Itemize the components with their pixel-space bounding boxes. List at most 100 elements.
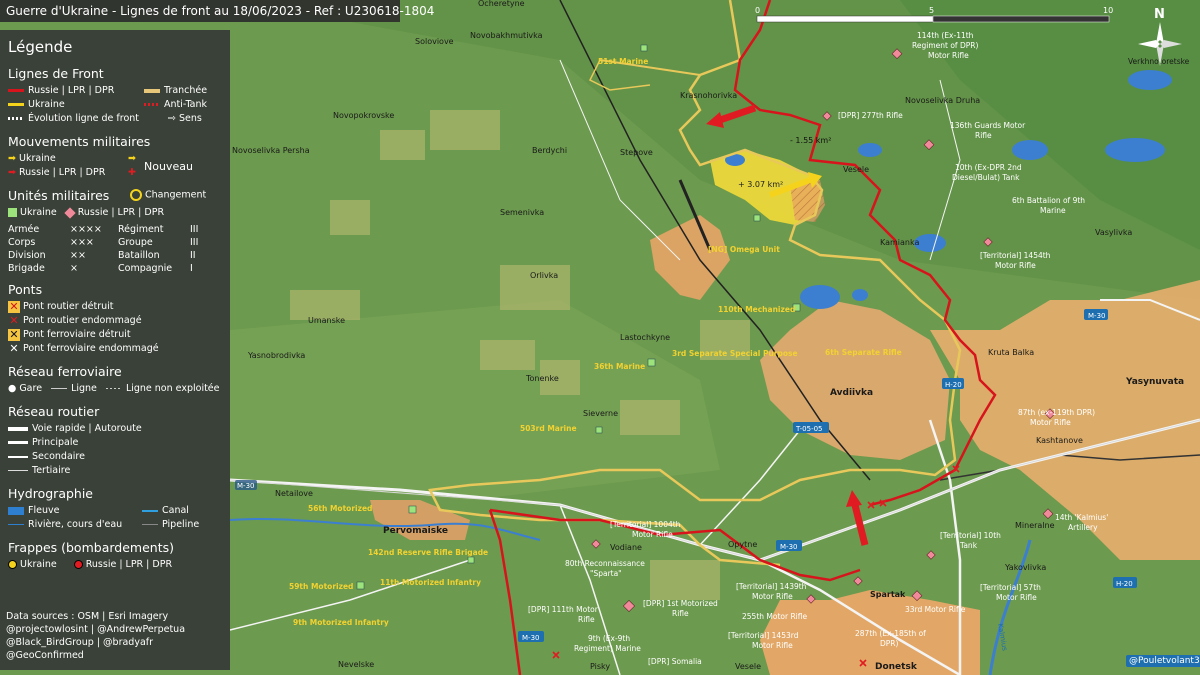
legend-label: Rivière, cours d'eau: [28, 519, 123, 530]
station-dot-icon: ●: [8, 383, 20, 394]
echelon-symbol: ××: [70, 250, 86, 261]
legend-label: Gare: [19, 383, 43, 394]
legend-label: Tranchée: [164, 85, 208, 96]
ua-unit-label: 3rd Separate Special Purpose: [672, 349, 798, 358]
road-label: M-30: [780, 543, 797, 551]
legend-row: Tertiaire: [8, 464, 222, 478]
legend-label: Russie | LPR | DPR: [77, 207, 165, 218]
legend-label: Secondaire: [32, 451, 85, 462]
trench-swatch: [144, 88, 160, 93]
place-label: Umanske: [308, 316, 345, 325]
legend-label: Changement: [145, 189, 207, 201]
place-label: Pisky: [590, 662, 610, 671]
legend-panel: Légende Lignes de Front Russie | LPR | D…: [0, 30, 230, 670]
legend-label: Ukraine: [20, 207, 57, 218]
main-road-swatch: [8, 441, 28, 444]
legend-label: Ukraine: [20, 559, 57, 570]
river-swatch: [8, 524, 24, 525]
place-label: Kashtanove: [1036, 436, 1083, 445]
scale-bar: 0 5 10 km: [755, 6, 1115, 23]
north-arrow-icon: N: [1138, 7, 1182, 66]
place-label: Vodiane: [610, 543, 642, 552]
place-label: Nevelske: [338, 660, 374, 669]
legend-section-front: Lignes de Front: [8, 66, 104, 81]
ukraine-line-swatch: [8, 103, 24, 106]
legend-label: Russie | LPR | DPR: [85, 559, 173, 570]
legend-label: Canal: [162, 505, 189, 516]
ua-unit-label: 11th Motorized Infantry: [380, 578, 481, 587]
legend-row: Voie rapide | Autoroute: [8, 422, 222, 436]
echelon-name: Division: [8, 250, 46, 261]
road-label: H-20: [945, 381, 962, 389]
legend-label: Nouveau: [144, 160, 193, 173]
legend-label: Voie rapide | Autoroute: [32, 423, 142, 434]
change-circle-icon: [130, 189, 142, 201]
source-line: @GeoConfirmed: [6, 650, 84, 661]
fast-road-swatch: [8, 426, 28, 431]
echelon-name: Régiment: [118, 224, 164, 235]
legend-label: Ligne non exploitée: [125, 383, 220, 394]
russia-move-arrow-icon: ➡: [8, 167, 19, 178]
place-label: Yasynuvata: [1125, 377, 1184, 387]
ru-unit-label: [DPR] Somalia: [648, 657, 702, 666]
canal-swatch: [142, 509, 158, 512]
ua-unit-label: [NG] Omega Unit: [708, 245, 780, 254]
echelon-name: Brigade: [8, 263, 45, 274]
place-label: Novoselivka Druha: [905, 96, 980, 105]
legend-label: Évolution ligne de front: [28, 113, 140, 124]
legend-row: ✕ Pont ferroviaire détruit: [8, 328, 222, 342]
scale-tick-0: 0: [755, 6, 760, 15]
legend-section-hydro: Hydrographie: [8, 486, 93, 501]
legend-section-rail: Réseau ferroviaire: [8, 364, 122, 379]
legend-section-moves: Mouvements militaires: [8, 134, 151, 149]
legend-section-bridges: Ponts: [8, 282, 43, 297]
road-bridge-destroyed-icon: ✕: [8, 299, 20, 313]
legend-row: ✕ Pont routier endommagé: [8, 314, 222, 328]
new-move-arrow-icon: ➡: [128, 153, 136, 164]
legend-label: Sens: [178, 113, 202, 124]
place-label: Tonenke: [525, 374, 559, 383]
ua-unit-label: 9th Motorized Infantry: [293, 618, 389, 627]
legend-title: Légende: [8, 38, 73, 56]
legend-section-roads: Réseau routier: [8, 404, 100, 419]
data-sources: Data sources : OSM | Esri Imagery @proje…: [6, 610, 185, 662]
scale-tick-10: 10 km: [1103, 6, 1115, 15]
map-view[interactable]: + 3.07 km² - 1.55 km² Ocheretyne Solovio…: [0, 0, 1200, 675]
echelon-name: Bataillon: [118, 250, 160, 261]
place-label: Kamianka: [880, 238, 919, 247]
ukraine-unit-icon: [8, 208, 17, 217]
legend-label: Pont ferroviaire endommagé: [23, 343, 159, 354]
ua-unit-label: 59th Motorized: [289, 582, 353, 591]
place-label: Avdiivka: [830, 388, 873, 398]
place-label: Stepove: [620, 148, 653, 157]
new-badge-icon: ✚: [128, 167, 136, 178]
legend-label: Pipeline: [162, 519, 200, 530]
russia-unit-icon: [64, 206, 76, 219]
legend-label: Pont routier détruit: [23, 301, 114, 312]
ru-unit-label: 10th (Ex-DPR 2nd Diesel/Bulat) Tank: [952, 163, 1022, 182]
place-label: Kruta Balka: [988, 348, 1034, 357]
russia-strike-icon: [73, 560, 83, 569]
place-label: Netailove: [275, 489, 313, 498]
echelon-symbol: III: [190, 237, 199, 248]
ua-unit-label: 142nd Reserve Rifle Brigade: [368, 548, 488, 557]
rail-line-swatch: [51, 388, 68, 389]
secondary-road-swatch: [8, 455, 28, 458]
legend-row: ✕ Pont ferroviaire endommagé: [8, 342, 222, 356]
place-label: Yakovlivka: [1004, 563, 1046, 572]
road-label: M-30: [237, 482, 254, 490]
gain-area-label: + 3.07 km²: [738, 180, 783, 189]
legend-row: Russie | LPR | DPR Tranchée: [8, 84, 222, 98]
place-label: Berdychi: [532, 146, 567, 155]
place-label: Lastochkyne: [620, 333, 670, 342]
legend-row: Rivière, cours d'eau Pipeline: [8, 518, 222, 532]
place-label: Yasnobrodivka: [247, 351, 305, 360]
place-label: Semenivka: [500, 208, 544, 217]
antitank-swatch: [144, 103, 160, 106]
place-label: Novopokrovske: [333, 111, 394, 120]
legend-label: Ukraine: [28, 99, 65, 110]
road-label: M-30: [522, 634, 539, 642]
legend-row: Évolution ligne de front ⇨ Sens: [8, 112, 222, 126]
echelon-name: Compagnie: [118, 263, 173, 274]
legend-label: Anti-Tank: [164, 99, 208, 110]
